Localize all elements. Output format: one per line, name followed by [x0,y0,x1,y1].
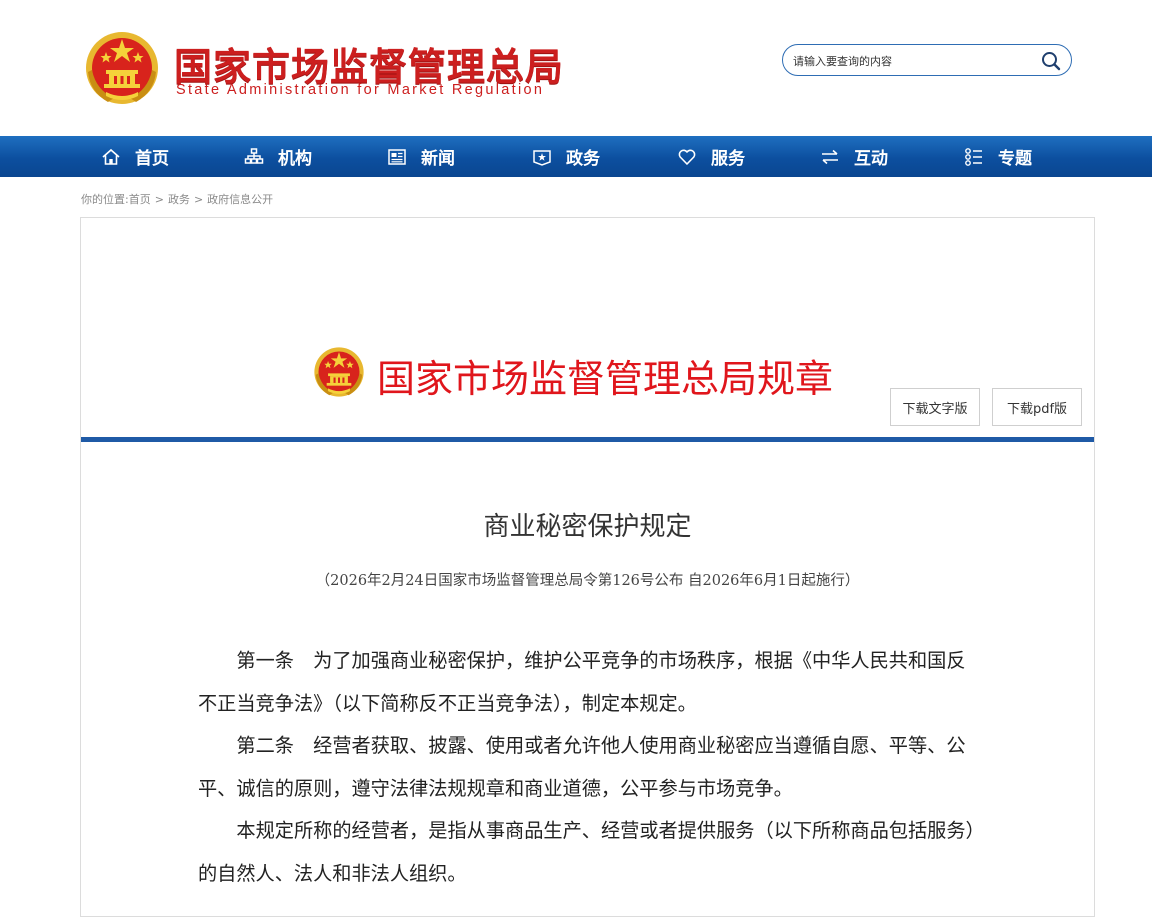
heart-icon [678,149,696,165]
divider [81,437,1094,442]
document-body: 第一条 为了加强商业秘密保护，维护公平竞争的市场秩序，根据《中华人民共和国反不正… [198,640,983,895]
nav-item-home[interactable]: 首页 [101,136,169,177]
exchange-icon [822,149,838,164]
nav-label: 新闻 [421,149,455,169]
nav-label: 机构 [278,149,312,169]
topics-icon [965,147,982,166]
nav-label: 政务 [566,149,600,169]
nav-item-institutions[interactable]: 机构 [244,136,312,177]
paragraph: 第二条 经营者获取、披露、使用或者允许他人使用商业秘密应当遵循自愿、平等、公平、… [198,734,966,800]
site-subtitle: State Administration for Market Regulati… [176,82,545,98]
breadcrumb-link-home[interactable]: 首页 [129,193,151,206]
paragraph: 本规定所称的经营者，是指从事商品生产、经营或者提供服务（以下所称商品包括服务）的… [198,819,976,885]
content-panel: 国家市场监督管理总局规章 下载文字版 下载pdf版 商业秘密保护规定 （2026… [80,217,1095,917]
nav-label: 服务 [711,149,745,169]
regulation-banner-title: 国家市场监督管理总局规章 [377,357,834,401]
breadcrumb-link-info-disclosure[interactable]: 政府信息公开 [207,193,273,206]
nav-item-news[interactable]: 新闻 [387,136,455,177]
newspaper-icon [388,148,406,165]
document-title: 商业秘密保护规定 [483,512,692,542]
breadcrumb-prefix: 你的位置: [81,193,129,206]
nav-item-topics[interactable]: 专题 [964,136,1032,177]
nav-label: 首页 [135,149,169,169]
document-meta: （2026年2月24日国家市场监督管理总局令第126号公布 自2026年6月1日… [315,573,860,589]
national-emblem-icon [314,347,364,397]
search-box [782,44,1072,76]
government-icon [533,149,551,166]
breadcrumb: 你的位置:首页 > 政务 > 政府信息公开 [81,191,273,207]
breadcrumb-separator: > [193,193,204,206]
paragraph: 第一条 为了加强商业秘密保护，维护公平竞争的市场秩序，根据《中华人民共和国反不正… [198,649,966,715]
nav-item-government[interactable]: 政务 [532,136,600,177]
breadcrumb-link-government[interactable]: 政务 [168,193,190,206]
breadcrumb-separator: > [154,193,164,206]
search-icon[interactable] [1041,51,1061,71]
download-pdf-button[interactable]: 下载pdf版 [992,388,1082,426]
org-chart-icon [244,147,264,164]
main-nav: 首页 机构 新闻 政务 服务 互动 专题 [0,136,1152,177]
site-header: 国家市场监督管理总局 State Administration for Mark… [0,0,1152,136]
nav-label: 互动 [854,149,888,169]
nav-item-interaction[interactable]: 互动 [820,136,888,177]
nav-item-services[interactable]: 服务 [677,136,745,177]
nav-label: 专题 [998,149,1032,169]
search-input[interactable] [793,51,1033,71]
national-emblem-icon[interactable] [84,30,160,106]
download-text-button[interactable]: 下载文字版 [890,388,980,426]
home-icon [102,148,120,165]
